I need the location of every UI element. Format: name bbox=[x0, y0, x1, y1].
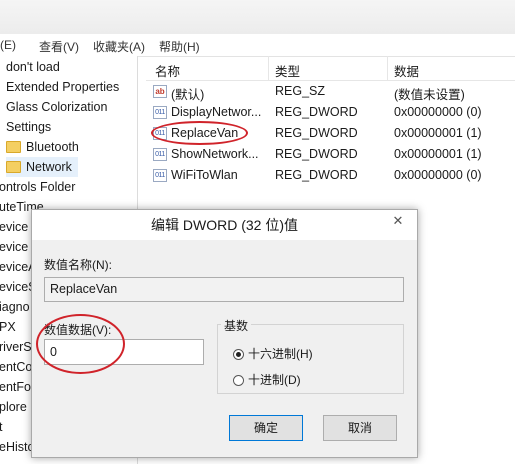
column-header-data[interactable]: 数据 bbox=[394, 61, 419, 80]
tree-item[interactable]: entFo bbox=[0, 377, 31, 397]
tree-item[interactable]: evice bbox=[0, 237, 28, 257]
tree-item[interactable]: iagno bbox=[0, 297, 30, 317]
tree-item[interactable]: plore bbox=[0, 397, 27, 417]
value-data: 0x00000001 (1) bbox=[394, 126, 482, 140]
dialog-title: 编辑 DWORD (32 位)值 bbox=[32, 210, 417, 240]
value-data: (数值未设置) bbox=[394, 88, 465, 102]
radio-label: 十进制(D) bbox=[248, 373, 301, 387]
tree-item[interactable]: eHisto bbox=[0, 437, 34, 457]
tree-item[interactable]: entCo bbox=[0, 357, 32, 377]
value-type: REG_DWORD bbox=[275, 126, 358, 140]
edit-dword-dialog: 编辑 DWORD (32 位)值 ✕ 数值名称(N): ReplaceVan 数… bbox=[31, 209, 418, 458]
value-data: 0x00000001 (1) bbox=[394, 147, 482, 161]
value-data: 0x00000000 (0) bbox=[394, 168, 482, 182]
value-data: 0x00000000 (0) bbox=[394, 105, 482, 119]
folder-icon bbox=[6, 141, 21, 153]
value-name-label: 数值名称(N): bbox=[44, 258, 112, 272]
binary-value-icon: 011 bbox=[153, 148, 167, 161]
tree-item-network[interactable]: Network bbox=[6, 157, 78, 177]
tree-item-bluetooth[interactable]: Bluetooth bbox=[6, 137, 79, 157]
radio-hexadecimal[interactable]: 十六进制(H) bbox=[233, 345, 313, 362]
string-value-icon: ab bbox=[153, 85, 167, 98]
radio-decimal[interactable]: 十进制(D) bbox=[233, 371, 301, 388]
menu-bar: (E) 查看(V) 收藏夹(A) 帮助(H) bbox=[0, 34, 515, 57]
annotation-circle bbox=[151, 121, 248, 145]
tree-item[interactable]: evice bbox=[0, 217, 28, 237]
column-divider[interactable] bbox=[387, 56, 388, 80]
annotation-circle bbox=[36, 314, 125, 374]
column-divider[interactable] bbox=[268, 56, 269, 80]
table-row[interactable]: 011 WiFiToWlan REG_DWORD 0x00000000 (0) bbox=[146, 165, 515, 186]
value-name: ShowNetwork... bbox=[171, 147, 259, 161]
table-row[interactable]: ab (默认) REG_SZ (数值未设置) bbox=[146, 81, 515, 102]
value-type: REG_SZ bbox=[275, 84, 326, 98]
tree-item[interactable]: riverS bbox=[0, 337, 32, 357]
value-type: REG_DWORD bbox=[275, 168, 358, 182]
tree-item-label: Bluetooth bbox=[26, 140, 79, 154]
tree-item[interactable]: ontrols Folder bbox=[0, 177, 75, 197]
value-type: REG_DWORD bbox=[275, 147, 358, 161]
tree-item[interactable]: PX bbox=[0, 317, 16, 337]
tree-item[interactable]: don't load bbox=[6, 57, 60, 77]
menu-view[interactable]: 查看(V) bbox=[39, 38, 79, 55]
tree-item[interactable]: t bbox=[0, 417, 2, 437]
tree-item-label: Network bbox=[26, 160, 72, 174]
close-icon[interactable]: ✕ bbox=[384, 211, 412, 231]
table-row[interactable]: 011 DisplayNetwor... REG_DWORD 0x0000000… bbox=[146, 102, 515, 123]
radio-unselected-icon bbox=[233, 375, 244, 386]
tree-item[interactable]: Glass Colorization bbox=[6, 97, 107, 117]
tree-item[interactable]: Settings bbox=[6, 117, 51, 137]
value-name: WiFiToWlan bbox=[171, 168, 238, 182]
binary-value-icon: 011 bbox=[153, 169, 167, 182]
radio-selected-icon bbox=[233, 349, 244, 360]
value-name: (默认) bbox=[171, 88, 205, 102]
cancel-button[interactable]: 取消 bbox=[323, 415, 397, 441]
tree-item[interactable]: Extended Properties bbox=[6, 77, 119, 97]
value-name-field[interactable]: ReplaceVan bbox=[44, 277, 404, 302]
menu-edit[interactable]: (E) bbox=[0, 38, 16, 52]
ok-button[interactable]: 确定 bbox=[229, 415, 303, 441]
binary-value-icon: 011 bbox=[153, 106, 167, 119]
list-header: 名称 类型 数据 bbox=[146, 56, 515, 81]
menu-favorites[interactable]: 收藏夹(A) bbox=[93, 38, 145, 55]
column-header-name[interactable]: 名称 bbox=[155, 61, 180, 80]
value-type: REG_DWORD bbox=[275, 105, 358, 119]
window-titlebar bbox=[0, 0, 515, 34]
menu-help[interactable]: 帮助(H) bbox=[159, 38, 200, 55]
folder-icon bbox=[6, 161, 21, 173]
value-name: DisplayNetwor... bbox=[171, 105, 262, 119]
base-group-label: 基数 bbox=[221, 317, 252, 334]
table-row[interactable]: 011 ShowNetwork... REG_DWORD 0x00000001 … bbox=[146, 144, 515, 165]
radio-label: 十六进制(H) bbox=[248, 347, 313, 361]
column-header-type[interactable]: 类型 bbox=[275, 61, 300, 80]
